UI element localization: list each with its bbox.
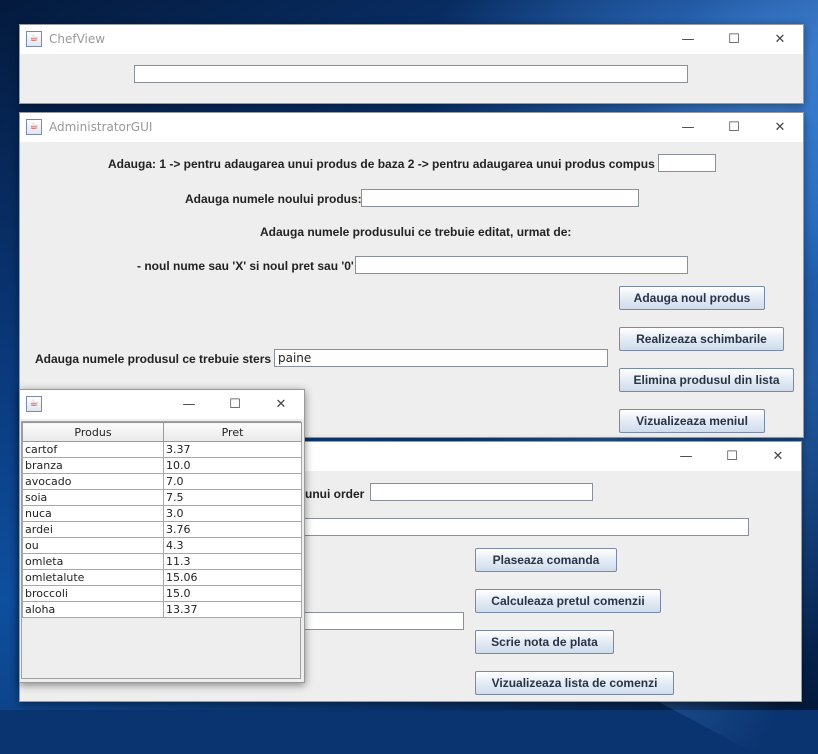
maximize-icon[interactable]: ☐ xyxy=(711,113,757,142)
chefview-titlebar[interactable]: ☕ ChefView — ☐ ✕ xyxy=(20,25,803,54)
product-name-cell[interactable]: ardei xyxy=(22,521,164,538)
close-icon[interactable]: ✕ xyxy=(757,113,803,142)
edit-product-label: Adauga numele produsului ce trebuie edit… xyxy=(260,225,572,239)
maximize-icon[interactable]: ☐ xyxy=(709,442,755,471)
remove-product-button[interactable]: Elimina produsul din lista xyxy=(619,368,794,392)
product-price-cell[interactable]: 3.0 xyxy=(163,505,302,522)
menu-table: Produs Pret cartof 3.37 branza 10.0 avocado 7… xyxy=(22,422,302,618)
apply-changes-button[interactable]: Realizeaza schimbarile xyxy=(619,327,784,351)
product-name-cell[interactable]: avocado xyxy=(22,473,164,490)
maximize-icon[interactable]: ☐ xyxy=(711,25,757,54)
minimize-icon[interactable]: — xyxy=(665,113,711,142)
close-icon[interactable]: ✕ xyxy=(757,25,803,54)
menu-window: ☕ — ☐ ✕ Produs Pret cartof 3.37 branza 10.0… xyxy=(19,389,305,683)
chefview-window: ☕ ChefView — ☐ ✕ xyxy=(19,24,804,104)
place-order-button[interactable]: Plaseaza comanda xyxy=(475,548,617,572)
minimize-icon[interactable]: — xyxy=(663,442,709,471)
product-price-cell[interactable]: 7.0 xyxy=(163,473,302,490)
delete-product-label: Adauga numele produsul ce trebuie sters xyxy=(35,352,272,366)
product-price-cell[interactable]: 15.06 xyxy=(163,569,302,586)
order-id-label: unui order xyxy=(305,487,365,501)
bill-input[interactable] xyxy=(301,612,464,630)
view-menu-button[interactable]: Vizualizeaza meniul xyxy=(619,409,765,433)
chef-text-field[interactable] xyxy=(134,65,688,83)
product-name-cell[interactable]: cartof xyxy=(22,441,164,458)
table-row[interactable]: ou 4.3 xyxy=(22,537,302,554)
product-price-cell[interactable]: 3.37 xyxy=(163,441,302,458)
product-price-cell[interactable]: 7.5 xyxy=(163,489,302,506)
product-name-cell[interactable]: nuca xyxy=(22,505,164,522)
product-name-cell[interactable]: soia xyxy=(22,489,164,506)
new-product-name-input[interactable] xyxy=(361,189,639,207)
window-title: AdministratorGUI xyxy=(49,120,153,134)
compute-price-button[interactable]: Calculeaza pretul comenzii xyxy=(475,589,661,613)
menu-table-viewport: Produs Pret cartof 3.37 branza 10.0 avocado 7… xyxy=(21,421,302,679)
delete-product-input[interactable]: paine xyxy=(274,349,608,367)
window-title: ChefView xyxy=(49,32,106,46)
java-icon: ☕ xyxy=(26,396,42,412)
add-product-button[interactable]: Adauga noul produs xyxy=(619,286,765,310)
product-price-cell[interactable]: 15.0 xyxy=(163,585,302,602)
close-icon[interactable]: ✕ xyxy=(755,442,801,471)
product-name-cell[interactable]: omletalute xyxy=(22,569,164,586)
order-id-input[interactable] xyxy=(370,483,593,501)
write-bill-button[interactable]: Scrie nota de plata xyxy=(475,630,614,654)
order-products-input[interactable] xyxy=(301,518,749,536)
product-price-cell[interactable]: 13.37 xyxy=(163,601,302,618)
new-product-name-label: Adauga numele noului produs: xyxy=(185,192,362,206)
table-row[interactable]: omleta 11.3 xyxy=(22,553,302,570)
edit-product-sub-label: - noul nume sau 'X' si noul pret sau '0' xyxy=(137,259,354,273)
table-row[interactable]: broccoli 15.0 xyxy=(22,585,302,602)
product-price-cell[interactable]: 3.76 xyxy=(163,521,302,538)
table-row[interactable]: omletalute 15.06 xyxy=(22,569,302,586)
edit-product-input[interactable] xyxy=(355,256,688,274)
product-price-cell[interactable]: 11.3 xyxy=(163,553,302,570)
table-row[interactable]: branza 10.0 xyxy=(22,457,302,474)
product-type-input[interactable] xyxy=(658,154,716,172)
table-row[interactable]: cartof 3.37 xyxy=(22,441,302,458)
product-name-cell[interactable]: aloha xyxy=(22,601,164,618)
table-header-row: Produs Pret xyxy=(22,422,302,442)
product-type-label: Adauga: 1 -> pentru adaugarea unui produ… xyxy=(108,157,655,171)
java-icon: ☕ xyxy=(26,119,42,135)
table-row[interactable]: avocado 7.0 xyxy=(22,473,302,490)
column-header-pret[interactable]: Pret xyxy=(163,422,302,442)
product-price-cell[interactable]: 10.0 xyxy=(163,457,302,474)
menu-titlebar[interactable]: ☕ — ☐ ✕ xyxy=(20,390,304,419)
column-header-produs[interactable]: Produs xyxy=(22,422,164,442)
table-row[interactable]: soia 7.5 xyxy=(22,489,302,506)
menu-table-body: cartof 3.37 branza 10.0 avocado 7.0 soia 7.5 nuc… xyxy=(22,441,302,618)
table-row[interactable]: ardei 3.76 xyxy=(22,521,302,538)
view-orders-button[interactable]: Vizualizeaza lista de comenzi xyxy=(475,671,674,695)
product-name-cell[interactable]: omleta xyxy=(22,553,164,570)
product-name-cell[interactable]: ou xyxy=(22,537,164,554)
table-row[interactable]: nuca 3.0 xyxy=(22,505,302,522)
maximize-icon[interactable]: ☐ xyxy=(212,390,258,419)
product-name-cell[interactable]: broccoli xyxy=(22,585,164,602)
product-price-cell[interactable]: 4.3 xyxy=(163,537,302,554)
table-row[interactable]: aloha 13.37 xyxy=(22,601,302,618)
minimize-icon[interactable]: — xyxy=(166,390,212,419)
minimize-icon[interactable]: — xyxy=(665,25,711,54)
administrator-titlebar[interactable]: ☕ AdministratorGUI — ☐ ✕ xyxy=(20,113,803,142)
close-icon[interactable]: ✕ xyxy=(258,390,304,419)
java-icon: ☕ xyxy=(26,31,42,47)
product-name-cell[interactable]: branza xyxy=(22,457,164,474)
